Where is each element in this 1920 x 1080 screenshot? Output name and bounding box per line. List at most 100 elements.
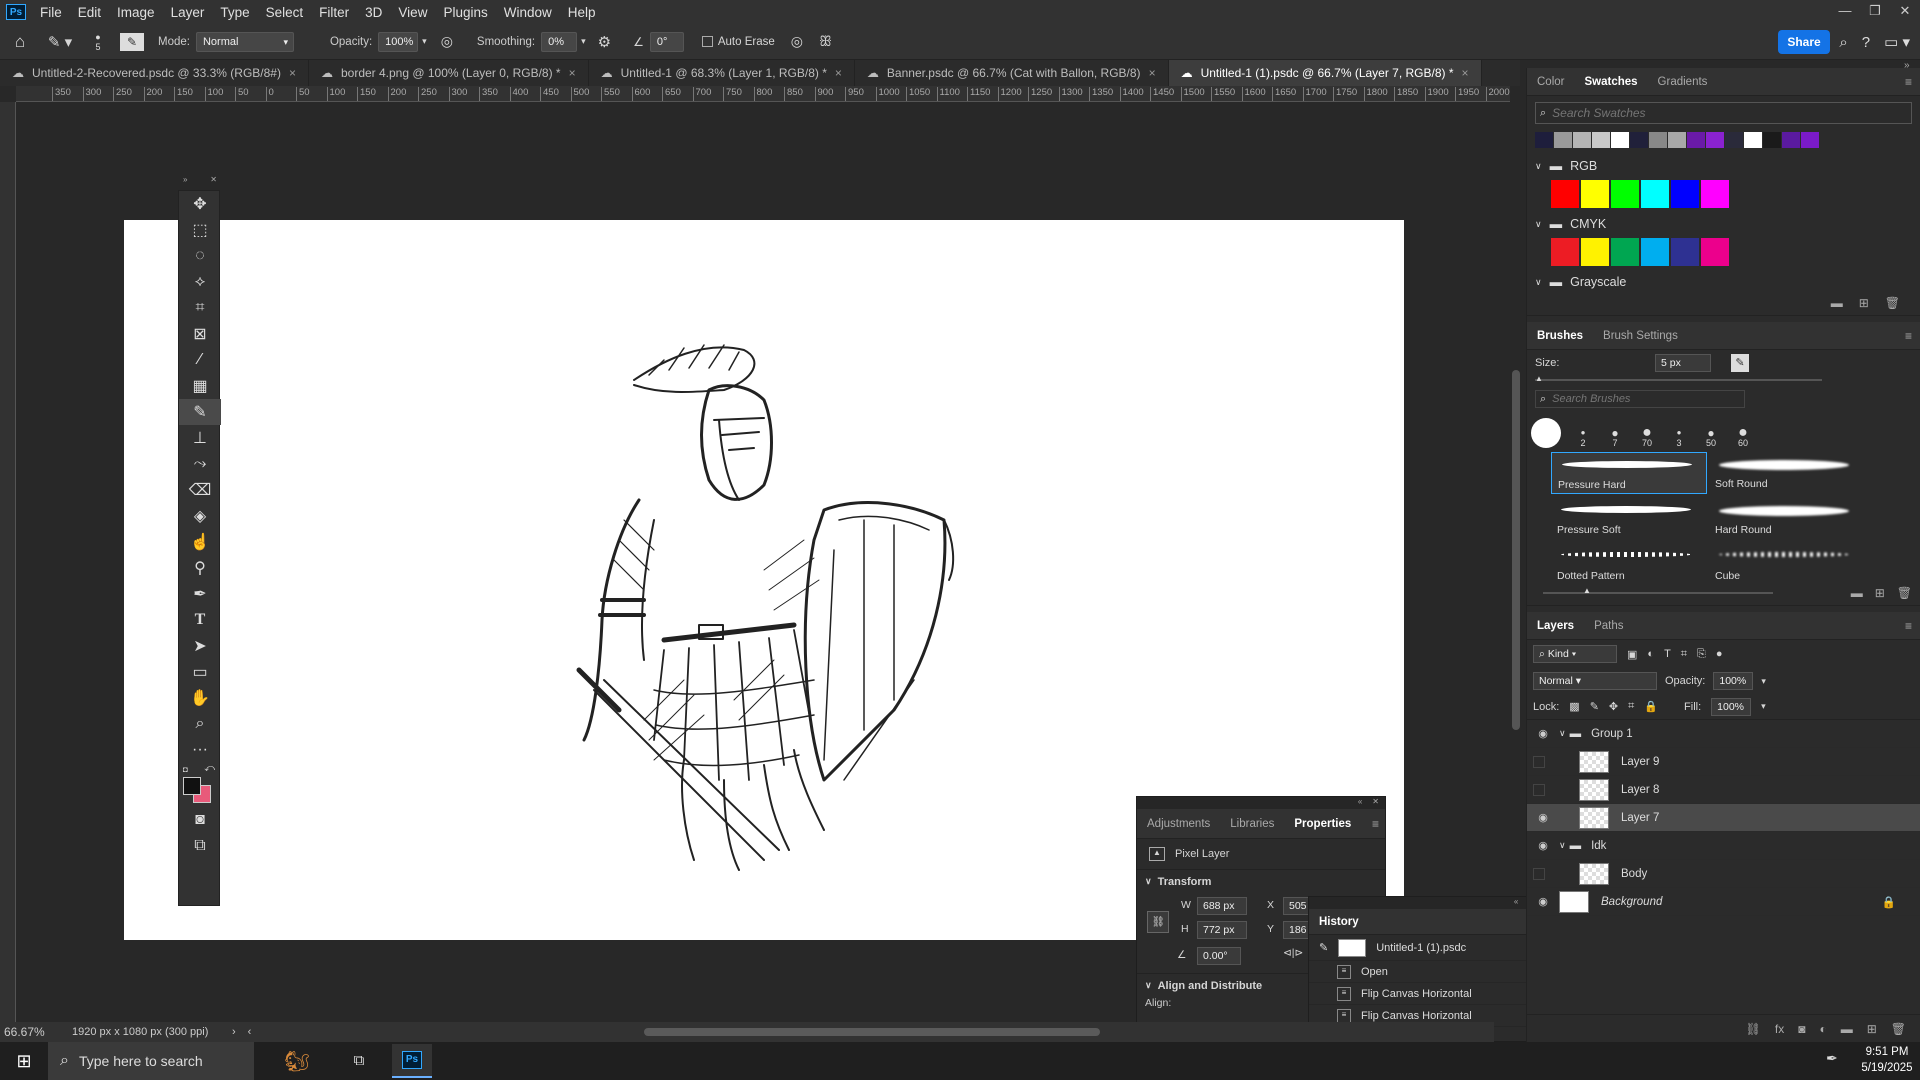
recent-brush[interactable]: ● 3 bbox=[1665, 428, 1693, 448]
swatch[interactable] bbox=[1611, 132, 1629, 148]
swatch[interactable] bbox=[1725, 132, 1743, 148]
lock-artboard-icon[interactable]: ⌗ bbox=[1628, 700, 1634, 713]
new-layer-icon[interactable]: ⊞ bbox=[1867, 1022, 1877, 1036]
symmetry-butterfly-icon[interactable]: ꕥ bbox=[819, 33, 832, 50]
swap-colors-icon[interactable]: ⤺ bbox=[204, 763, 215, 774]
swatch[interactable] bbox=[1671, 180, 1699, 208]
swatch[interactable] bbox=[1551, 180, 1579, 208]
swatch[interactable] bbox=[1744, 132, 1762, 148]
swatch[interactable] bbox=[1535, 132, 1553, 148]
scroll-left-icon[interactable]: ‹ bbox=[248, 1026, 252, 1038]
workspace-icon[interactable]: ▭ ▾ bbox=[1884, 33, 1910, 51]
tab-brush-settings[interactable]: Brush Settings bbox=[1593, 330, 1688, 342]
rectangle-tool-icon[interactable]: ▭ bbox=[179, 659, 221, 685]
lock-transparent-icon[interactable]: ▩ bbox=[1569, 700, 1579, 713]
swatch[interactable] bbox=[1687, 132, 1705, 148]
swatch[interactable] bbox=[1581, 238, 1609, 266]
menu-window[interactable]: Window bbox=[496, 5, 560, 20]
close-panel-icon[interactable]: ✕ bbox=[1372, 797, 1379, 809]
delete-brush-icon[interactable]: 🗑 bbox=[1897, 586, 1912, 600]
document-info[interactable]: 1920 px x 1080 px (300 ppi) bbox=[72, 1026, 222, 1038]
tab-brushes[interactable]: Brushes bbox=[1527, 330, 1593, 342]
adjustment-layer-icon[interactable]: ◐ bbox=[1819, 1022, 1826, 1036]
swatch[interactable] bbox=[1649, 132, 1667, 148]
menu-type[interactable]: Type bbox=[212, 5, 257, 20]
swatches-search-input[interactable] bbox=[1552, 106, 1873, 120]
healing-brush-tool-icon[interactable]: ▦ bbox=[179, 373, 221, 399]
swatch[interactable] bbox=[1763, 132, 1781, 148]
brush-preview-size-slider[interactable]: ▲ bbox=[1543, 586, 1773, 598]
clone-stamp-tool-icon[interactable]: ⊥ bbox=[179, 425, 221, 451]
chevron-down-icon[interactable]: ∨ bbox=[1559, 728, 1566, 739]
expand-toolbar-icon[interactable]: » bbox=[183, 175, 187, 189]
tab-gradients[interactable]: Gradients bbox=[1648, 76, 1718, 88]
brush-size-picker[interactable]: ● 5 bbox=[80, 32, 116, 52]
layer-fill-input[interactable]: 100% bbox=[1711, 697, 1752, 716]
visibility-toggle[interactable] bbox=[1533, 783, 1545, 796]
filter-shape-icon[interactable]: ⌗ bbox=[1681, 648, 1687, 661]
pen-tool-icon[interactable]: ✒ bbox=[179, 581, 221, 607]
chevron-down-icon[interactable]: ∨ bbox=[1559, 840, 1566, 851]
link-dimensions-icon[interactable]: ⛓ bbox=[1147, 911, 1169, 933]
tab-paths[interactable]: Paths bbox=[1584, 620, 1633, 632]
new-swatch-icon[interactable]: ⊞ bbox=[1859, 296, 1869, 310]
chevron-down-icon[interactable]: ▾ bbox=[1761, 701, 1766, 712]
smoothing-settings-gear-icon[interactable]: ⚙ bbox=[598, 33, 611, 51]
rotation-input[interactable]: 0.00° bbox=[1197, 947, 1241, 965]
tab-layers[interactable]: Layers bbox=[1527, 620, 1584, 632]
frame-tool-icon[interactable]: ⊠ bbox=[179, 321, 221, 347]
history-state[interactable]: ≡ Open bbox=[1309, 961, 1541, 983]
menu-3d[interactable]: 3D bbox=[357, 5, 390, 20]
swatch[interactable] bbox=[1611, 180, 1639, 208]
layer-row[interactable]: ◉ Background 🔒 bbox=[1527, 888, 1920, 916]
close-toolbar-icon[interactable]: ✕ bbox=[210, 175, 217, 189]
document-tab[interactable]: ☁ Untitled-2-Recovered.psdc @ 33.3% (RGB/… bbox=[0, 60, 309, 86]
new-brush-icon[interactable]: ⊞ bbox=[1875, 586, 1885, 600]
collapse-panel-icon[interactable]: « bbox=[1514, 897, 1518, 909]
visibility-toggle[interactable] bbox=[1533, 867, 1545, 880]
brushes-search-input[interactable] bbox=[1552, 393, 1723, 405]
recent-brush[interactable]: ● 2 bbox=[1569, 428, 1597, 448]
lock-position-icon[interactable]: ✥ bbox=[1609, 700, 1618, 713]
lasso-tool-icon[interactable]: ◌ bbox=[179, 243, 221, 269]
close-tab-icon[interactable]: × bbox=[1462, 60, 1469, 86]
hand-tool-icon[interactable]: ✋ bbox=[179, 685, 221, 711]
brush-preset[interactable]: Soft Round bbox=[1709, 452, 1865, 494]
help-icon[interactable]: ? bbox=[1862, 34, 1870, 51]
swatch-group-grayscale[interactable]: ∨ ▬ Grayscale bbox=[1527, 270, 1920, 290]
panel-menu-icon[interactable]: ≡ bbox=[1905, 329, 1912, 343]
new-brush-group-icon[interactable]: ▬ bbox=[1851, 586, 1863, 600]
photoshop-taskbar-button[interactable]: Ps bbox=[392, 1044, 432, 1078]
layer-row[interactable]: ◉ ∨ ▬ Idk bbox=[1527, 832, 1920, 860]
smudge-tool-icon[interactable]: ☝ bbox=[179, 529, 221, 555]
brush-settings-icon[interactable]: ✎ bbox=[1731, 354, 1749, 372]
delete-swatch-icon[interactable]: 🗑 bbox=[1885, 296, 1900, 310]
chevron-down-icon[interactable]: ∨ bbox=[1145, 980, 1152, 991]
brush-size-slider[interactable]: ▲ bbox=[1535, 374, 1912, 386]
screen-mode-icon[interactable]: ⧉ bbox=[179, 833, 221, 859]
delete-layer-icon[interactable]: 🗑 bbox=[1891, 1022, 1906, 1036]
brush-preset[interactable]: Pressure Soft bbox=[1551, 498, 1707, 540]
vertical-ruler[interactable] bbox=[0, 102, 16, 1022]
menu-help[interactable]: Help bbox=[560, 5, 604, 20]
swatch[interactable] bbox=[1592, 132, 1610, 148]
zoom-level[interactable]: 66.67% bbox=[0, 1025, 64, 1039]
add-mask-icon[interactable]: ◙ bbox=[1798, 1022, 1805, 1036]
crop-tool-icon[interactable]: ⌗ bbox=[179, 295, 221, 321]
marquee-tool-icon[interactable]: ⬚ bbox=[179, 217, 221, 243]
layer-row[interactable]: Body bbox=[1527, 860, 1920, 888]
swatch[interactable] bbox=[1641, 180, 1669, 208]
filter-toggle-icon[interactable]: ● bbox=[1716, 648, 1723, 660]
menu-select[interactable]: Select bbox=[258, 5, 312, 20]
chevron-down-icon[interactable]: ▾ bbox=[1761, 676, 1766, 687]
document-tab[interactable]: ☁ Untitled-1 (1).psdc @ 66.7% (Layer 7, R… bbox=[1168, 60, 1482, 86]
brush-size-input[interactable]: 5 px bbox=[1655, 354, 1711, 372]
recent-brush[interactable]: ● 70 bbox=[1633, 425, 1661, 449]
swatch[interactable] bbox=[1641, 238, 1669, 266]
swatch[interactable] bbox=[1630, 132, 1648, 148]
paint-bucket-tool-icon[interactable]: ◈ bbox=[179, 503, 221, 529]
restore-button[interactable]: ❐ bbox=[1860, 0, 1890, 22]
visibility-toggle[interactable] bbox=[1533, 755, 1545, 768]
swatch[interactable] bbox=[1573, 132, 1591, 148]
filter-type-icon[interactable]: T bbox=[1664, 648, 1671, 660]
